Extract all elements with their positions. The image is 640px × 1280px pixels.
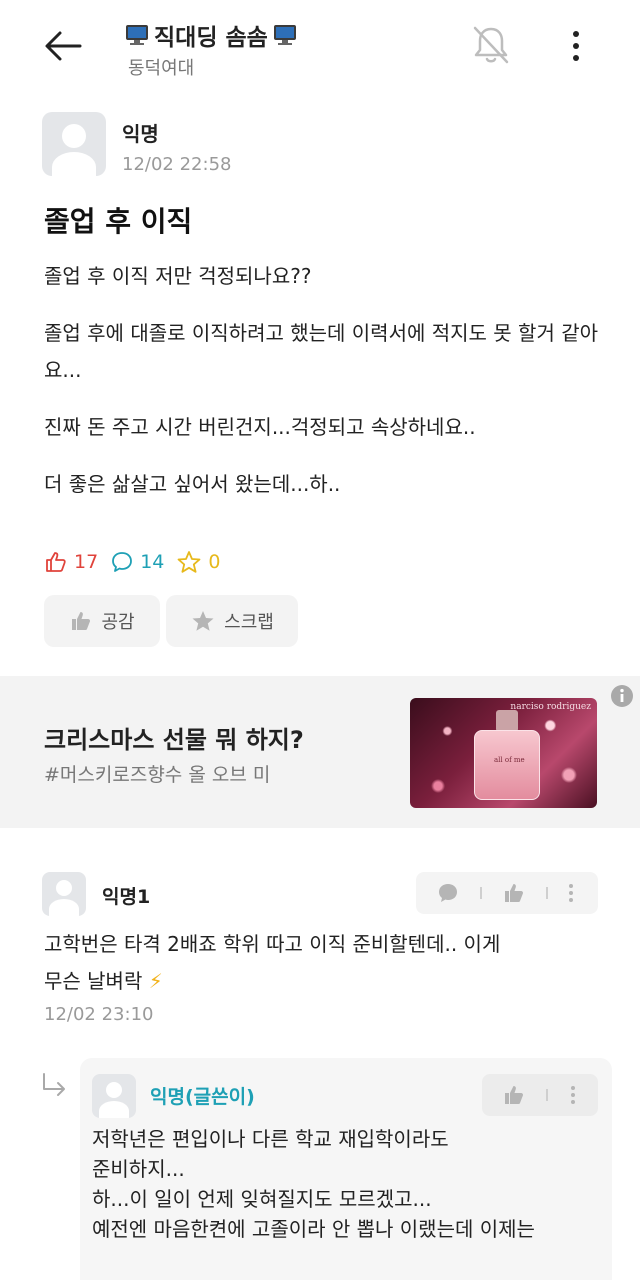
scrap-button[interactable]: 스크랩 (166, 595, 298, 647)
perfume-bottle (474, 730, 540, 800)
reply-like-button[interactable] (502, 1083, 526, 1111)
more-options-button[interactable] (560, 24, 592, 68)
back-arrow-icon (45, 31, 82, 61)
reply-arrow-icon (40, 1072, 70, 1102)
ad-image[interactable]: narciso rodriguez all of me (410, 698, 597, 808)
ad-banner[interactable]: 크리스마스 선물 뭐 하지? #머스키로즈향수 올 오브 미 narciso r… (0, 676, 640, 828)
comment-text-part: 무슨 날벼락 (44, 969, 143, 993)
lightning-emoji-icon: ⚡ (148, 969, 163, 993)
monitor-icon (126, 25, 148, 45)
divider (546, 887, 548, 899)
comment-count-value: 14 (140, 551, 165, 573)
board-subtitle: 동덕여대 (128, 58, 195, 79)
avatar (42, 872, 86, 916)
scrap-count: 0 (176, 550, 220, 574)
notification-toggle-button[interactable] (468, 22, 514, 68)
comment-count: 14 (110, 550, 164, 574)
comment-actions (416, 872, 598, 914)
thumbs-up-icon (46, 552, 66, 572)
speech-bubble-icon (439, 884, 457, 902)
empathy-label: 공감 (101, 612, 135, 633)
comment-more-button[interactable] (564, 881, 578, 909)
ad-info-button[interactable] (610, 684, 634, 708)
monitor-icon (273, 25, 296, 45)
post-paragraph: 졸업 후 이직 저만 걱정되나요?? (44, 264, 312, 288)
post-author: 익명 (122, 122, 159, 146)
reply-text-line: 저학년은 편입이나 다른 학교 재입학이라도 (92, 1127, 449, 1151)
comment-like-button[interactable] (502, 881, 526, 909)
more-vertical-icon (573, 31, 579, 61)
empathy-button[interactable]: 공감 (44, 595, 160, 647)
comment-text: 고학번은 타격 2배죠 학위 따고 이직 준비할텐데.. 이게 무슨 날벼락 ⚡ (44, 926, 604, 1000)
board-title[interactable]: 직대딩 솜솜 (126, 18, 296, 52)
divider (546, 1089, 548, 1101)
ad-title: 크리스마스 선물 뭐 하지? (44, 726, 304, 754)
reply-text-line: 예전엔 마음한켠에 고졸이라 안 뽑나 이랬는데 이제는 (92, 1217, 535, 1241)
ad-brand: narciso rodriguez (510, 702, 591, 712)
star-icon (177, 551, 201, 573)
reply-text: 저학년은 편입이나 다른 학교 재입학이라도 준비하지... 하...이 일이 … (92, 1124, 604, 1244)
post-stats: 17 14 0 (44, 550, 232, 574)
top-bar: 직대딩 솜솜 동덕여대 (0, 0, 640, 92)
thumbs-up-icon (72, 612, 91, 630)
divider (480, 887, 482, 899)
back-button[interactable] (40, 22, 88, 70)
reply-more-button[interactable] (566, 1083, 580, 1111)
scrap-count-value: 0 (208, 551, 221, 573)
reply-text-line: 준비하지... (92, 1157, 185, 1181)
post-paragraph: 더 좋은 삶살고 싶어서 왔는데...하.. (44, 472, 341, 496)
reply-text-line: 하...이 일이 언제 잊혀질지도 모르겠고... (92, 1187, 432, 1211)
post-time: 12/02 22:58 (122, 154, 232, 175)
avatar (92, 1074, 136, 1118)
more-vertical-icon (571, 1086, 575, 1104)
star-icon (192, 611, 214, 631)
scrap-label: 스크랩 (224, 612, 274, 633)
thumbs-up-icon (505, 1086, 523, 1104)
reply-author: 익명(글쓴이) (150, 1086, 255, 1108)
ad-subtitle: #머스키로즈향수 올 오브 미 (44, 764, 271, 786)
board-title-text: 직대딩 솜솜 (154, 25, 268, 51)
thumbs-up-icon (505, 884, 523, 902)
more-vertical-icon (569, 884, 573, 902)
like-count: 17 (44, 550, 98, 574)
info-icon (611, 685, 633, 707)
post-paragraph: 졸업 후에 대졸로 이직하려고 했는데 이력서에 적지도 못 할거 같아요... (44, 321, 599, 382)
avatar (42, 112, 106, 176)
post-paragraph: 진짜 돈 주고 시간 버린건지...걱정되고 속상하네요.. (44, 415, 476, 439)
post-body: 졸업 후 이직 저만 걱정되나요?? 졸업 후에 대졸로 이직하려고 했는데 이… (44, 258, 604, 523)
comment-author: 익명1 (102, 886, 151, 908)
speech-bubble-icon (112, 552, 133, 572)
comment-time: 12/02 23:10 (44, 1004, 154, 1025)
comment-text-line: 고학번은 타격 2배죠 학위 따고 이직 준비할텐데.. 이게 (44, 932, 501, 956)
reply-actions (482, 1074, 598, 1116)
like-count-value: 17 (74, 551, 99, 573)
ad-product: all of me (494, 756, 525, 764)
perfume-cap (496, 710, 518, 732)
post-title: 졸업 후 이직 (44, 205, 193, 238)
comment-text-line: 무슨 날벼락 ⚡ (44, 963, 604, 1000)
reply-button[interactable] (436, 881, 460, 909)
bell-off-icon (473, 26, 509, 64)
